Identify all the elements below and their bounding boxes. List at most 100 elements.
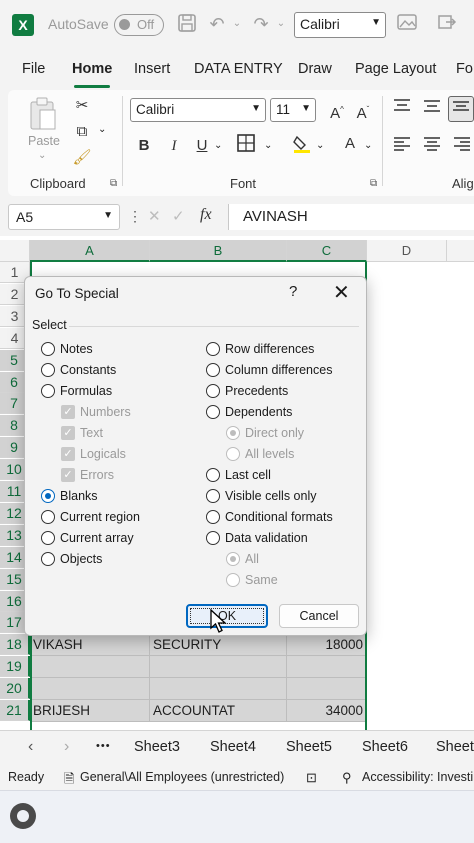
autosave-toggle[interactable]: Off [114,14,164,36]
picture-icon[interactable] [396,13,418,35]
dialog-launcher-icon[interactable]: ⧉ [110,178,117,189]
paste-icon[interactable] [28,96,58,132]
accessibility-status[interactable]: Accessibility: Investi [362,770,473,784]
radio-button[interactable] [226,426,240,440]
font-name-select[interactable]: Calibri ▼ [130,98,266,122]
font-color-icon[interactable]: A [340,134,360,154]
radio-button[interactable] [206,363,220,377]
tab-page-layout[interactable]: Page Layout [355,61,436,77]
cancel-entry-icon[interactable]: ✕ [148,207,161,225]
checkbox[interactable]: ✓ [61,405,75,419]
tab-data-entry[interactable]: DATA ENTRY [194,61,283,77]
browser-icon[interactable] [10,803,36,829]
confirm-entry-icon[interactable]: ✓ [172,207,185,225]
chevron-down-icon[interactable]: ⌄ [270,13,292,35]
more-icon[interactable]: ⋮ [128,208,142,225]
sheet-tab-sheet3[interactable]: Sheet3 [134,739,180,755]
sheet-tab-sheet4[interactable]: Sheet4 [210,739,256,755]
arrow-icon[interactable] [436,13,458,35]
paste-label[interactable]: Paste [28,134,60,148]
column-header-d[interactable]: D [367,240,447,262]
checkbox[interactable]: ✓ [61,468,75,482]
tab-formulas[interactable]: Fo [456,61,473,77]
cell-a18[interactable]: VIKASH [30,634,150,657]
column-header-e[interactable] [447,240,474,262]
underline-button[interactable]: U [194,136,210,156]
cell-a20[interactable] [30,678,150,701]
chevron-right-icon[interactable]: › [64,738,69,756]
column-header-a[interactable]: A [30,240,150,262]
dialog-launcher-icon[interactable]: ⧉ [370,178,377,189]
align-center-icon[interactable] [422,136,442,158]
chevron-down-icon[interactable]: ⌄ [226,13,248,35]
checkbox[interactable]: ✓ [61,447,75,461]
quick-font-select[interactable]: Calibri ▼ [294,12,386,38]
cell-a19[interactable] [30,656,150,679]
help-icon[interactable]: ? [289,283,297,300]
chevron-down-icon[interactable]: ⌄ [264,140,272,151]
cell-b21[interactable]: ACCOUNTAT [150,700,287,722]
tab-home[interactable]: Home [72,61,112,77]
chevron-left-icon[interactable]: ‹ [28,738,33,756]
decrease-font-icon[interactable]: Aˇ [352,100,374,124]
align-bottom-icon[interactable] [448,96,474,122]
cell-c20[interactable] [287,678,367,701]
column-header-b[interactable]: B [150,240,287,262]
radio-button[interactable] [206,531,220,545]
align-left-icon[interactable] [392,136,412,158]
cell-a21[interactable]: BRIJESH [30,700,150,722]
sheet-tab-sheet5[interactable]: Sheet5 [286,739,332,755]
align-top-icon[interactable] [392,98,412,120]
increase-font-icon[interactable]: A^ [326,100,348,124]
fill-color-icon[interactable] [292,134,312,160]
chevron-down-icon[interactable]: ⌄ [316,140,324,151]
cell-c19[interactable] [287,656,367,679]
insert-function-icon[interactable]: fx [200,206,212,224]
radio-button[interactable] [41,384,55,398]
more-sheets-button[interactable]: ••• [96,740,111,752]
save-icon[interactable] [176,13,198,35]
name-box[interactable]: A5 ▼ [8,204,120,230]
borders-icon[interactable] [236,134,256,158]
row-header-19[interactable]: 19 [0,656,30,678]
radio-button[interactable] [206,510,220,524]
chevron-down-icon[interactable]: ⌄ [98,124,106,135]
radio-button[interactable] [206,405,220,419]
macro-icon[interactable]: ⊡ [306,770,317,786]
cell-c18[interactable]: 18000 [287,634,367,657]
radio-button[interactable] [226,447,240,461]
radio-button[interactable] [41,489,55,503]
bold-button[interactable]: B [136,136,152,156]
cancel-button[interactable]: Cancel [279,604,359,628]
checkbox[interactable]: ✓ [61,426,75,440]
cell-b20[interactable] [150,678,287,701]
radio-button[interactable] [206,468,220,482]
radio-button[interactable] [206,384,220,398]
tab-insert[interactable]: Insert [134,61,170,77]
chevron-down-icon[interactable]: ⌄ [214,140,222,151]
font-size-select[interactable]: 11 ▼ [270,98,316,122]
chevron-down-icon[interactable]: ⌄ [38,150,46,161]
row-header-18[interactable]: 18 [0,634,30,656]
cell-c21[interactable]: 34000 [287,700,367,722]
sheet-tab-sheet7[interactable]: Sheet [436,739,474,755]
radio-button[interactable] [226,552,240,566]
align-right-icon[interactable] [452,136,472,158]
close-icon[interactable]: ✕ [333,280,350,305]
row-header-21[interactable]: 21 [0,700,30,721]
cell-b18[interactable]: SECURITY [150,634,287,657]
radio-button[interactable] [41,552,55,566]
redo-icon[interactable]: ↷ [250,13,272,35]
radio-button[interactable] [41,342,55,356]
cut-icon[interactable]: ✂ [72,96,92,116]
format-painter-icon[interactable]: 🖌 [72,148,92,168]
radio-button[interactable] [41,510,55,524]
align-middle-icon[interactable] [422,98,442,120]
cell-b19[interactable] [150,656,287,679]
radio-button[interactable] [206,489,220,503]
chevron-down-icon[interactable]: ⌄ [364,140,372,151]
tab-draw[interactable]: Draw [298,61,332,77]
undo-icon[interactable]: ↶ [206,13,228,35]
radio-button[interactable] [41,363,55,377]
row-header-20[interactable]: 20 [0,678,30,700]
